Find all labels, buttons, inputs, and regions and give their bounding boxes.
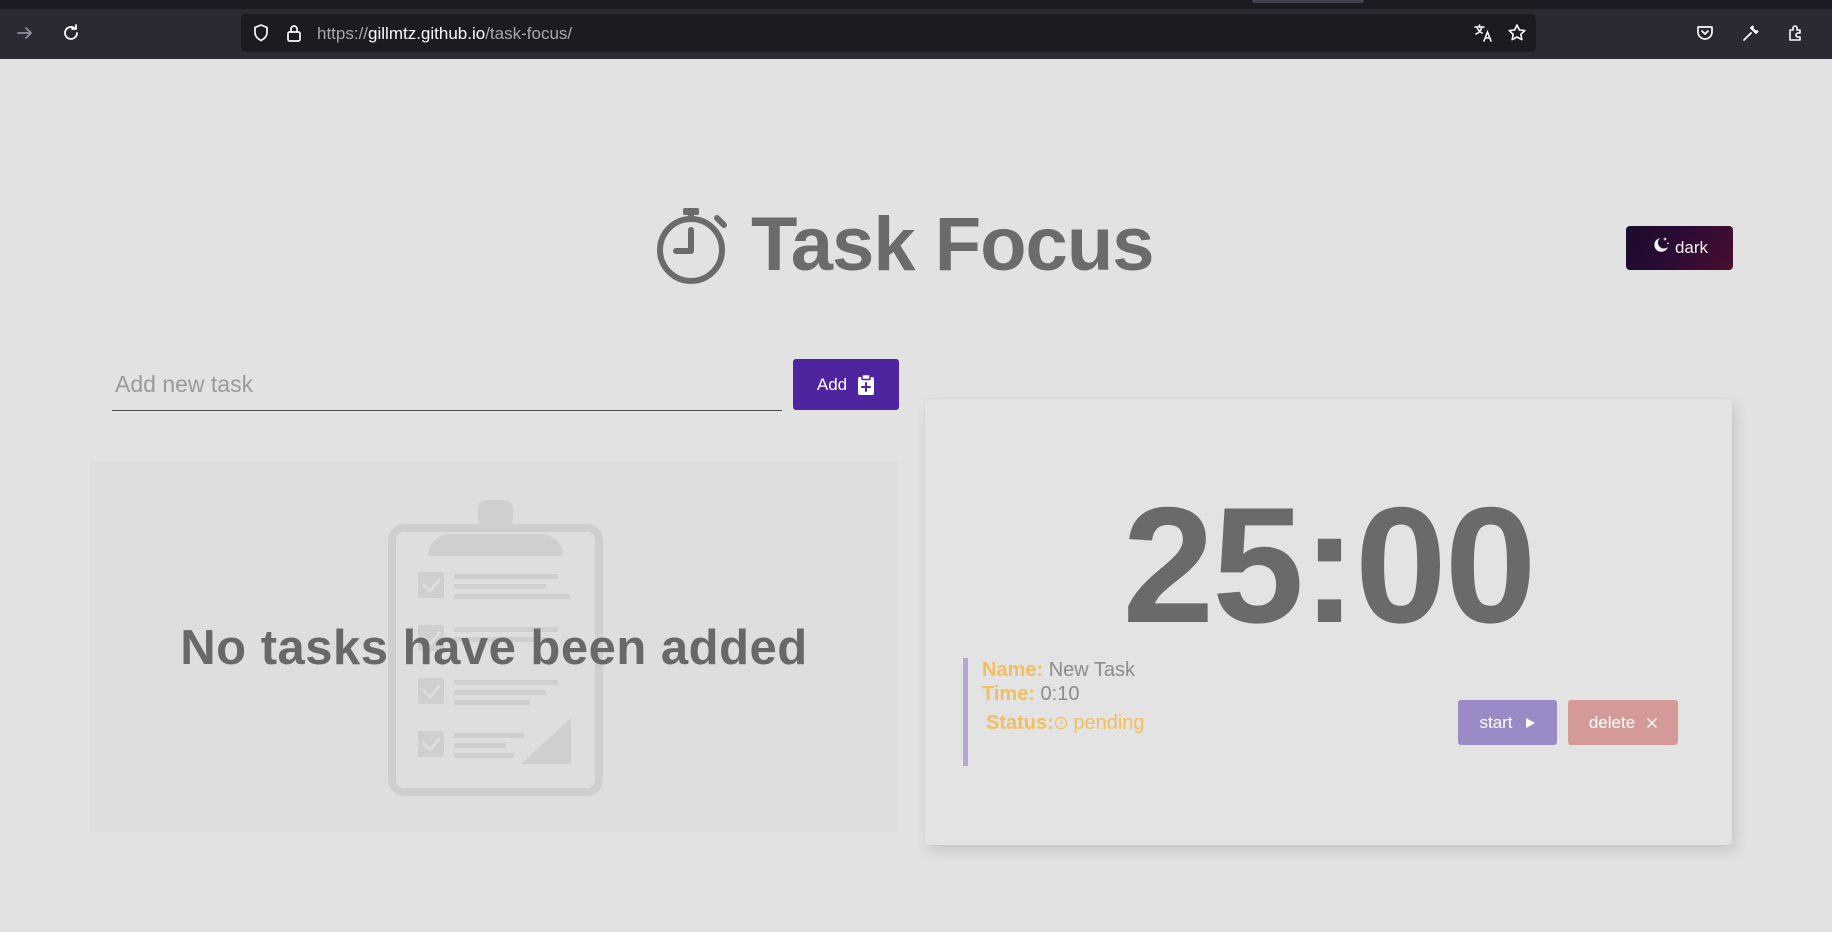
current-task-info: Name: New Task Time: 0:10 Status: pendin… [963, 658, 1145, 766]
pocket-icon[interactable] [1689, 17, 1721, 49]
task-status-key: Status: [986, 712, 1054, 734]
close-icon [1647, 717, 1657, 728]
theme-toggle-label: dark [1674, 238, 1709, 257]
task-input[interactable] [112, 362, 782, 406]
delete-button[interactable]: delete [1568, 700, 1678, 745]
reload-icon[interactable] [55, 17, 87, 49]
timer-card: 25:00 Name: New Task Time: 0:10 Status: … [925, 399, 1732, 845]
task-input-wrapper [112, 362, 782, 411]
delete-button-label: delete [1588, 712, 1636, 732]
moon-stars-icon [1654, 237, 1670, 252]
clock-icon [1054, 716, 1067, 730]
start-button-label: start [1479, 712, 1513, 732]
add-button-label: Add [816, 374, 848, 394]
wrench-icon[interactable] [1735, 17, 1767, 49]
task-time-row: Time: 0:10 [982, 682, 1145, 706]
theme-toggle-button[interactable]: dark [1626, 226, 1733, 270]
task-name-row: Name: New Task [982, 658, 1145, 682]
tab-strip [0, 0, 1832, 9]
play-icon [1525, 717, 1535, 728]
forward-icon[interactable] [9, 17, 41, 49]
task-list-panel: No tasks have been added [90, 461, 898, 832]
extensions-icon[interactable] [1780, 17, 1812, 49]
url-scheme: https:// [317, 24, 369, 43]
bookmark-star-icon[interactable] [1507, 23, 1527, 43]
url-domain: gillmtz.github.io [368, 24, 486, 43]
app-header: Task Focus [655, 200, 1155, 290]
url-bar[interactable]: https://gillmtz.github.io/task-focus/ [241, 14, 1536, 52]
task-time-value: 0:10 [1040, 683, 1080, 705]
timer-display: 25:00 [1122, 473, 1536, 657]
task-name-value: New Task [1048, 659, 1136, 681]
clipboard-plus-icon [858, 373, 875, 395]
task-status-row: Status: pending [982, 711, 1145, 735]
translate-icon[interactable] [1473, 23, 1493, 43]
task-status-value: pending [1073, 712, 1145, 734]
stopwatch-icon [657, 208, 727, 284]
shield-icon[interactable] [251, 23, 271, 43]
lock-icon[interactable] [284, 23, 304, 43]
tab-indicator[interactable] [1252, 0, 1364, 3]
task-name-key: Name: [982, 659, 1044, 681]
page-title: Task Focus [751, 202, 1155, 287]
task-time-key: Time: [982, 683, 1035, 705]
add-task-button[interactable]: Add [793, 359, 899, 410]
browser-toolbar: https://gillmtz.github.io/task-focus/ [0, 0, 1832, 59]
url-path: /task-focus/ [485, 24, 573, 43]
empty-state-message: No tasks have been added [180, 621, 808, 675]
url-text[interactable]: https://gillmtz.github.io/task-focus/ [317, 24, 572, 44]
start-button[interactable]: start [1458, 700, 1557, 745]
